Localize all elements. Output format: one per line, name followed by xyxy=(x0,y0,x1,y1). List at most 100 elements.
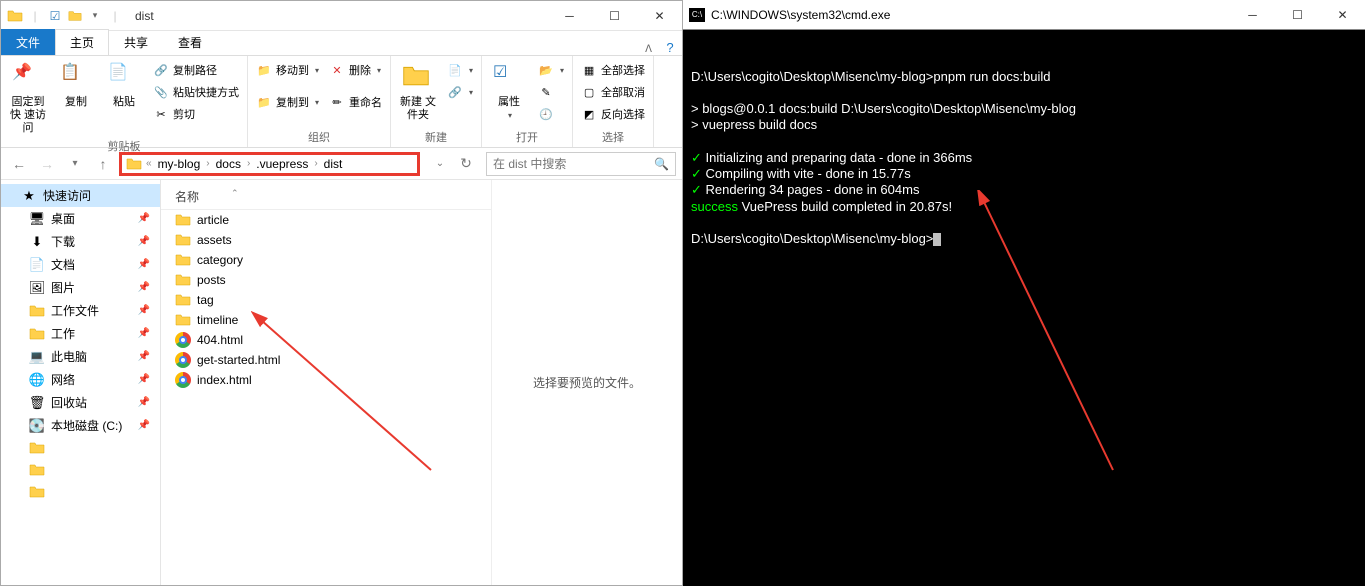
minimize-button[interactable]: ─ xyxy=(547,1,592,30)
explorer-content: ★快速访问🖥桌面📌⬇下载📌📄文档📌🖼图片📌工作文件📌工作📌💻此电脑📌🌐网络📌🗑回… xyxy=(1,180,682,585)
file-item[interactable]: category xyxy=(161,250,491,270)
crumb[interactable]: my-blog xyxy=(156,157,203,171)
file-pane: 名称 ⌃ articleassets category posts tag timeli… xyxy=(161,180,682,585)
sidebar-item[interactable] xyxy=(1,459,160,481)
sidebar-item[interactable]: 🖥桌面📌 xyxy=(1,207,160,230)
picture-icon: 🖼 xyxy=(29,280,45,296)
sidebar-item[interactable]: 🌐网络📌 xyxy=(1,368,160,391)
copy-path-button[interactable]: 🔗复制路径 xyxy=(151,60,241,80)
search-box[interactable]: 🔍 xyxy=(486,152,676,176)
new-item-icon: 📄 xyxy=(447,62,463,78)
dropdown-icon[interactable]: ▾ xyxy=(87,8,103,24)
crumb[interactable]: docs xyxy=(214,157,243,171)
delete-icon: ✕ xyxy=(329,62,345,78)
terminal-line: > blogs@0.0.1 docs:build D:\Users\cogito… xyxy=(691,101,1357,117)
paste-button[interactable]: 📄 粘贴 xyxy=(103,58,145,109)
new-item-button[interactable]: 📄▾ xyxy=(445,60,475,80)
file-item[interactable]: 404.html xyxy=(161,330,491,350)
help-button[interactable]: ? xyxy=(658,40,682,55)
file-name: tag xyxy=(197,293,214,307)
sidebar-item-label: 网络 xyxy=(51,371,75,388)
select-invert-icon: ◩ xyxy=(581,106,597,122)
sidebar-item[interactable] xyxy=(1,437,160,459)
crumb[interactable]: .vuepress xyxy=(254,157,310,171)
column-header-name[interactable]: 名称 ⌃ xyxy=(161,184,491,210)
sidebar-item[interactable]: 工作📌 xyxy=(1,322,160,345)
open-button[interactable]: 📂▾ xyxy=(536,60,566,80)
nav-back-button[interactable]: ← xyxy=(7,152,31,176)
rename-button[interactable]: ✏重命名 xyxy=(327,92,384,112)
html-icon xyxy=(175,332,191,348)
tab-home[interactable]: 主页 xyxy=(55,29,109,55)
nav-forward-button[interactable]: → xyxy=(35,152,59,176)
move-to-button[interactable]: 📁移动到▾ xyxy=(254,60,321,80)
paste-shortcut-button[interactable]: 📎粘贴快捷方式 xyxy=(151,82,241,102)
sidebar-item[interactable]: 📄文档📌 xyxy=(1,253,160,276)
file-item[interactable]: assets xyxy=(161,230,491,250)
pin-icon: 📌 xyxy=(138,351,150,362)
sidebar-item[interactable]: 🗑回收站📌 xyxy=(1,391,160,414)
history-button[interactable]: 🕘 xyxy=(536,104,566,124)
terminal-output[interactable]: D:\Users\cogito\Desktop\Misenc\my-blog>p… xyxy=(683,30,1365,586)
addr-dropdown-icon[interactable]: ⌄ xyxy=(428,152,452,176)
folder-icon xyxy=(29,303,45,319)
delete-button[interactable]: ✕删除▾ xyxy=(327,60,384,80)
breadcrumb-box[interactable]: « my-blog› docs› .vuepress› dist xyxy=(119,152,420,176)
tab-share[interactable]: 共享 xyxy=(109,29,163,55)
folder-icon xyxy=(175,212,191,228)
scissors-icon: ✂ xyxy=(153,106,169,122)
refresh-button[interactable]: ↻ xyxy=(454,152,478,176)
checkbox-icon[interactable]: ☑ xyxy=(47,8,63,24)
pin-icon: 📌 xyxy=(138,236,150,247)
sidebar-item[interactable]: 💽本地磁盘 (C:)📌 xyxy=(1,414,160,437)
easy-access-button[interactable]: 🔗▾ xyxy=(445,82,475,102)
copy-button[interactable]: 📋 复制 xyxy=(55,58,97,109)
file-item[interactable]: article xyxy=(161,210,491,230)
maximize-button[interactable]: ☐ xyxy=(592,1,637,30)
sidebar-item[interactable]: 💻此电脑📌 xyxy=(1,345,160,368)
nav-recent-button[interactable]: ▾ xyxy=(63,152,87,176)
cut-button[interactable]: ✂剪切 xyxy=(151,104,241,124)
search-input[interactable] xyxy=(493,157,654,171)
file-item[interactable]: get-started.html xyxy=(161,350,491,370)
star-icon: ★ xyxy=(21,188,37,204)
copyto-icon: 📁 xyxy=(256,94,272,110)
ribbon-collapse-icon[interactable]: ᐱ xyxy=(639,44,658,55)
maximize-button[interactable]: ☐ xyxy=(1275,0,1320,29)
sidebar-item-label: 此电脑 xyxy=(51,348,87,365)
file-name: category xyxy=(197,253,243,267)
terminal-line xyxy=(691,85,1357,101)
file-item[interactable]: posts xyxy=(161,270,491,290)
select-all-button[interactable]: ▦全部选择 xyxy=(579,60,647,80)
file-item[interactable]: timeline xyxy=(161,310,491,330)
easy-access-icon: 🔗 xyxy=(447,84,463,100)
download-icon: ⬇ xyxy=(29,234,45,250)
ribbon: 📌 固定到快 速访问 📋 复制 📄 粘贴 🔗复制路径 📎粘贴快捷方式 ✂剪切 xyxy=(1,56,682,148)
minimize-button[interactable]: ─ xyxy=(1230,0,1275,29)
sidebar-item[interactable]: 🖼图片📌 xyxy=(1,276,160,299)
select-invert-button[interactable]: ◩反向选择 xyxy=(579,104,647,124)
tab-file[interactable]: 文件 xyxy=(1,29,55,55)
file-item[interactable]: tag xyxy=(161,290,491,310)
terminal-line xyxy=(691,134,1357,150)
new-folder-button[interactable]: 新建 文件夹 xyxy=(397,58,439,122)
file-item[interactable]: index.html xyxy=(161,370,491,390)
copy-to-button[interactable]: 📁复制到▾ xyxy=(254,92,321,112)
pin-quickaccess-button[interactable]: 📌 固定到快 速访问 xyxy=(7,58,49,136)
edit-button[interactable]: ✎ xyxy=(536,82,566,102)
sidebar-item[interactable]: ★快速访问 xyxy=(1,184,160,207)
crumb[interactable]: dist xyxy=(322,157,345,171)
ribbon-tabs: 文件 主页 共享 查看 ᐱ ? xyxy=(1,31,682,56)
sidebar-item[interactable]: ⬇下载📌 xyxy=(1,230,160,253)
close-button[interactable]: ✕ xyxy=(637,1,682,30)
sidebar-item[interactable] xyxy=(1,481,160,503)
select-none-button[interactable]: ▢全部取消 xyxy=(579,82,647,102)
terminal-line: ✓ Rendering 34 pages - done in 604ms xyxy=(691,182,1357,198)
properties-button[interactable]: ☑ 属性 ▾ xyxy=(488,58,530,120)
pin-icon: 📌 xyxy=(138,259,150,270)
tab-view[interactable]: 查看 xyxy=(163,29,217,55)
nav-up-button[interactable]: ↑ xyxy=(91,152,115,176)
close-button[interactable]: ✕ xyxy=(1320,0,1365,29)
sidebar-item[interactable]: 工作文件📌 xyxy=(1,299,160,322)
divider-icon: | xyxy=(27,8,43,24)
